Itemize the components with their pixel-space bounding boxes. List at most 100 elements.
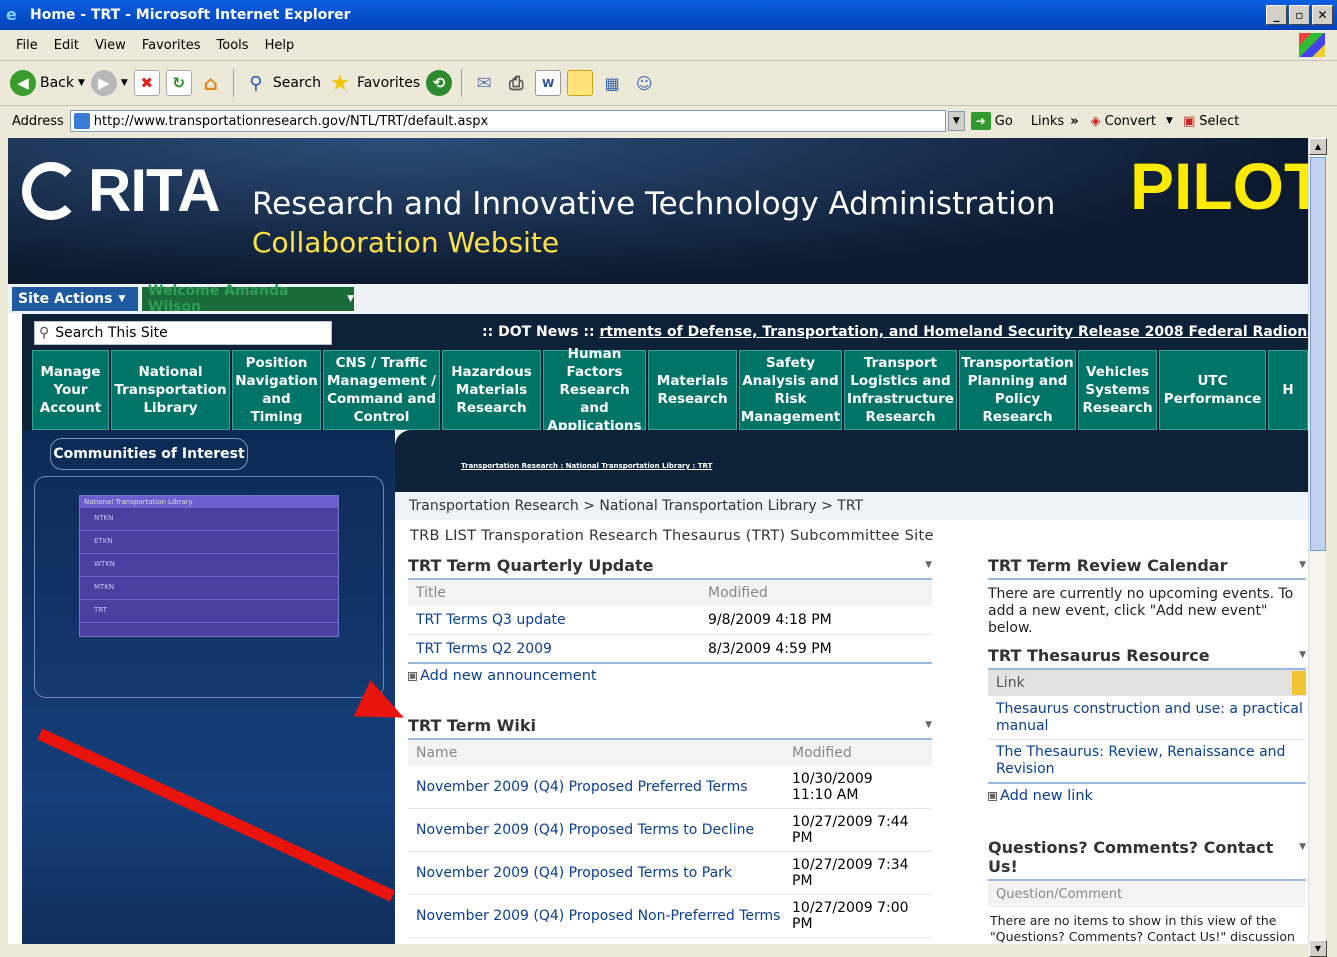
menu-tools[interactable]: Tools [211,36,255,55]
webpart-title[interactable]: TRT Term Quarterly Update [408,556,654,575]
forward-button[interactable]: ▶ ▼ [90,70,128,96]
list-item: The Thesaurus: Review, Renaissance and R… [988,740,1306,784]
toolbar: ◀ Back ▼ ▶ ▼ ✖ ↻ ⌂ ⚲ Search ★ Favorites … [0,61,1337,106]
breadcrumb[interactable]: Transportation Research > National Trans… [395,492,1309,520]
print-icon[interactable]: ⎙ [503,70,529,96]
col-link[interactable]: Link [988,675,1292,691]
chevron-down-icon[interactable]: ▼ [1299,646,1306,665]
item-link[interactable]: November 2009 (Q4) Proposed Terms to Par… [408,865,792,881]
convert-button[interactable]: ◈ Convert ▼ [1091,114,1173,129]
item-link[interactable]: November 2009 (Q4) Proposed Preferred Te… [408,779,792,795]
tab-hazardous-materials[interactable]: Hazardous Materials Research [442,350,541,430]
webpart-title[interactable]: TRT Thesaurus Resource [988,646,1210,665]
webpart-title[interactable]: TRT Term Wiki [408,716,536,735]
col-name[interactable]: Name [408,745,792,761]
webpart-title[interactable]: TRT Term Review Calendar [988,556,1227,575]
webpart-title[interactable]: Questions? Comments? Contact Us! [988,838,1299,876]
tab-materials-research[interactable]: Materials Research [648,350,737,430]
refresh-icon[interactable]: ↻ [165,70,192,96]
col-title[interactable]: Title [408,585,708,601]
research-icon[interactable]: ▦ [599,70,625,96]
vertical-scrollbar[interactable]: ▲ ▼ [1308,138,1327,957]
news-link[interactable]: rtments of Defense, Transportation, and … [599,324,1309,340]
horizontal-scrollbar[interactable] [8,944,1309,957]
item-link[interactable]: TRT Terms Q3 update [408,612,708,628]
favorites-button[interactable]: ★ Favorites [327,70,420,96]
add-link[interactable]: ■ Add new link [988,788,1306,804]
menu-favorites[interactable]: Favorites [136,36,207,55]
col-question[interactable]: Question/Comment [988,887,1122,902]
tab-transportation-planning[interactable]: Transportation Planning and Policy Resea… [959,350,1076,430]
col-modified[interactable]: Modified [708,585,768,601]
library-menu-item[interactable]: TRT [80,600,338,623]
menu-file[interactable]: File [10,36,44,55]
chevron-right-icon[interactable]: » [1070,114,1078,129]
discuss-icon[interactable] [567,70,594,96]
menu-edit[interactable]: Edit [48,36,85,55]
welcome-menu[interactable]: Welcome Amanda Wilson ▼ [142,283,354,315]
library-menu-item[interactable]: WTKN [80,554,338,577]
tab-cns-traffic[interactable]: CNS / Traffic Management / Command and C… [323,350,440,430]
menu-help[interactable]: Help [259,36,301,55]
tab-position-navigation[interactable]: Position Navigation and Timing [232,350,321,430]
tab-national-transportation-library[interactable]: National Transportation Library [111,350,230,430]
go-button[interactable]: ➜ Go [970,112,1013,130]
resource-link[interactable]: The Thesaurus: Review, Renaissance and R… [996,744,1306,778]
minimize-button[interactable]: _ [1266,5,1287,25]
col-modified[interactable]: Modified [792,745,852,761]
search-placeholder: Search This Site [55,325,168,341]
maximize-button[interactable]: ▫ [1289,5,1310,25]
item-link[interactable]: November 2009 (Q4) Proposed Terms to Dec… [408,822,792,838]
scroll-thumb[interactable] [1310,157,1326,551]
mail-icon[interactable]: ✉ [471,70,497,96]
tab-vehicles-systems[interactable]: Vehicles Systems Research [1078,350,1157,430]
toolbar-separator [232,69,234,97]
chevron-down-icon[interactable]: ▼ [925,556,932,575]
banner-title: Research and Innovative Technology Admin… [252,186,1056,222]
chevron-down-icon[interactable]: ▼ [1299,556,1306,575]
edit-word-icon[interactable]: W [535,70,562,96]
tab-human-factors[interactable]: Human Factors Research and Applications [543,346,646,434]
menu-view[interactable]: View [89,36,132,55]
history-icon[interactable]: ⟲ [426,70,453,96]
close-button[interactable]: ✕ [1312,5,1333,25]
scroll-up-icon[interactable]: ▲ [1309,138,1327,155]
tab-safety-analysis[interactable]: Safety Analysis and Risk Management [739,350,842,430]
chevron-down-icon: ▼ [1166,116,1173,126]
chevron-down-icon[interactable]: ▼ [1299,838,1306,876]
window-title: Home - TRT - Microsoft Internet Explorer [30,7,351,23]
tab-overflow[interactable]: H [1268,350,1308,430]
links-button[interactable]: Links [1031,114,1064,129]
search-icon: ⚲ [39,325,50,341]
scroll-down-icon[interactable]: ▼ [1309,940,1327,957]
library-menu-item[interactable]: ETKN [80,531,338,554]
small-breadcrumb[interactable]: Transportation Research : National Trans… [461,462,712,470]
communities-of-interest[interactable]: Communities of Interest [50,438,248,470]
back-button[interactable]: ◀ Back ▼ [10,70,85,96]
tab-utc-performance[interactable]: UTC Performance [1159,350,1266,430]
home-icon[interactable]: ⌂ [198,70,224,96]
item-link[interactable]: TRT Terms Q2 2009 [408,641,708,657]
resource-link[interactable]: Thesaurus construction and use: a practi… [996,701,1306,735]
search-input[interactable]: ⚲ Search This Site [34,321,332,345]
address-dropdown[interactable]: ▼ [947,111,965,131]
item-link[interactable]: November 2009 (Q4) Proposed Non-Preferre… [408,908,792,924]
community-tabs: Manage Your Account National Transportat… [32,346,1309,434]
chevron-down-icon[interactable]: ▼ [925,716,932,735]
site-actions-button[interactable]: Site Actions ▼ [12,287,138,311]
stop-icon[interactable]: ✖ [133,70,160,96]
tab-manage-account[interactable]: Manage Your Account [32,350,109,430]
select-label: Select [1199,113,1240,129]
library-menu-item[interactable]: NTKN [80,508,338,531]
search-button[interactable]: ⚲ Search [243,70,321,96]
item-modified: 10/27/2009 7:00 PM [792,900,909,932]
content-header: Transportation Research : National Trans… [395,430,1309,492]
messenger-icon[interactable]: ☺ [631,70,657,96]
filter-dropdown-icon[interactable] [1292,671,1306,695]
chevron-down-icon: ▼ [118,294,126,304]
tab-transport-logistics[interactable]: Transport Logistics and Infrastructure R… [844,350,957,430]
select-button[interactable]: ▣ Select [1183,114,1239,129]
library-menu-item[interactable]: MTKN [80,577,338,600]
address-input[interactable]: http://www.transportationresearch.gov/NT… [69,110,946,132]
add-announcement-link[interactable]: ■ Add new announcement [408,668,932,684]
